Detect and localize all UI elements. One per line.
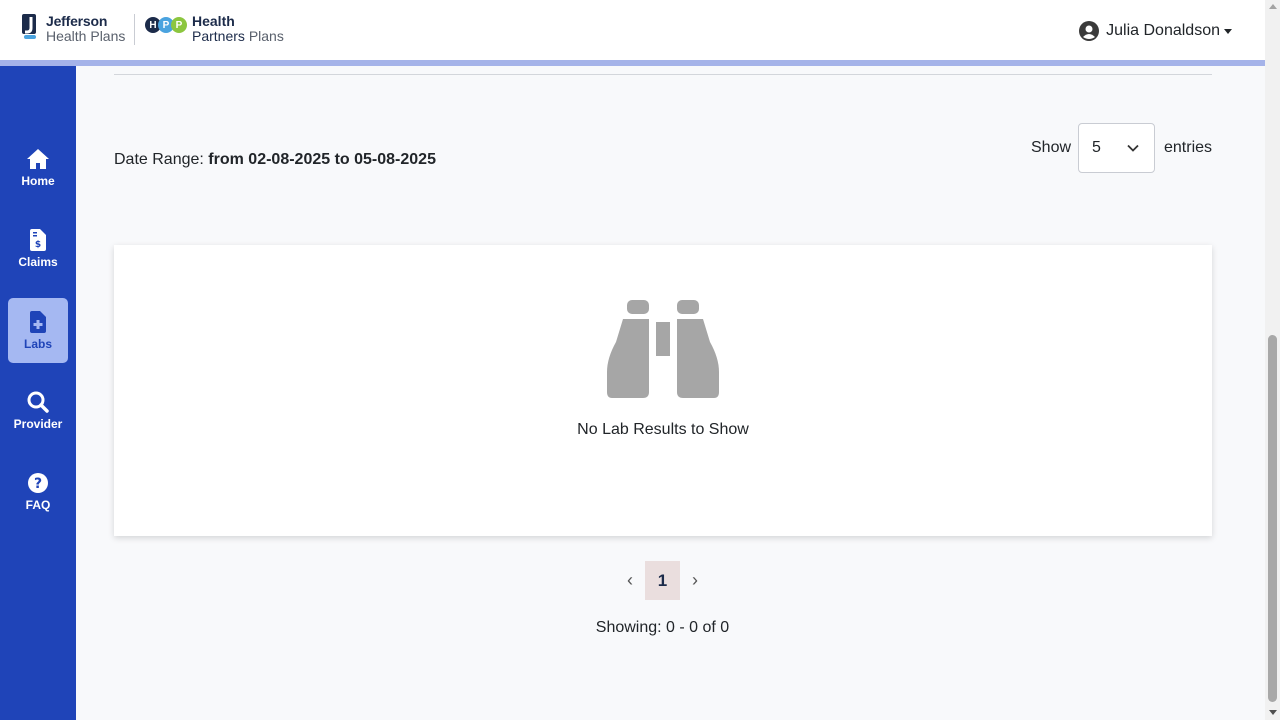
date-range-label: Date Range: (114, 151, 204, 168)
sidebar-item-home[interactable]: Home (8, 135, 68, 200)
next-page-button[interactable]: › (684, 561, 706, 600)
scrollbar-thumb[interactable] (1268, 335, 1277, 702)
sidebar-item-label: Provider (13, 416, 63, 431)
file-medical-icon (30, 310, 46, 333)
sidebar-item-claims[interactable]: $ Claims (8, 216, 68, 281)
hpp-name-line2: Partners Plans (192, 29, 284, 44)
svg-text:$: $ (35, 240, 41, 250)
hpp-circles: H P P (145, 17, 187, 33)
binoculars-icon (607, 300, 719, 398)
sidebar-item-faq[interactable]: ? FAQ (8, 459, 68, 524)
sidebar-item-label: Claims (18, 254, 58, 269)
sidebar-item-provider[interactable]: Provider (8, 378, 68, 443)
caret-down-icon (1224, 28, 1232, 34)
jefferson-mark-icon (22, 14, 36, 39)
scroll-down-arrow-icon[interactable] (1269, 710, 1277, 715)
search-icon (27, 391, 49, 413)
sidebar-item-label: Home (21, 173, 55, 188)
date-range-value: from 02-08-2025 to 05-08-2025 (208, 151, 436, 168)
brand-divider (134, 14, 135, 45)
sidebar-item-labs[interactable]: Labs (8, 298, 68, 363)
entries-label: entries (1164, 139, 1213, 156)
section-divider (114, 74, 1212, 75)
page-scrollbar[interactable] (1265, 0, 1280, 720)
chevron-down-icon (1127, 144, 1139, 152)
show-label: Show (1031, 139, 1072, 156)
entries-select-value: 5 (1092, 139, 1101, 156)
prev-page-button[interactable]: ‹ (619, 561, 641, 600)
svg-text:?: ? (34, 476, 42, 492)
scroll-up-arrow-icon[interactable] (1269, 4, 1277, 9)
empty-state-message: No Lab Results to Show (577, 421, 749, 438)
user-circle-icon (1079, 21, 1100, 41)
sidebar-item-label: FAQ (25, 497, 51, 512)
entries-per-page-select[interactable]: 5 (1078, 123, 1155, 173)
showing-count: Showing: 0 - 0 of 0 (595, 619, 730, 636)
user-name: Julia Donaldson (1106, 22, 1220, 39)
app-header: Jefferson Health Plans H P P Health Part… (0, 0, 1265, 60)
jefferson-name: Jefferson (46, 13, 108, 29)
sidebar-item-label: Labs (23, 336, 52, 351)
hpp-partners: Partners (192, 28, 245, 44)
page-1-button[interactable]: 1 (645, 561, 680, 600)
date-range: Date Range: from 02-08-2025 to 05-08-202… (114, 151, 436, 169)
user-menu-dropdown[interactable]: Julia Donaldson (1079, 21, 1232, 41)
jefferson-logo[interactable]: Jefferson Health Plans (22, 14, 125, 44)
hpp-plans: Plans (248, 28, 284, 44)
hpp-name-line1: Health (192, 13, 235, 29)
header-accent-bar (0, 60, 1265, 66)
jefferson-subtitle: Health Plans (46, 28, 126, 44)
question-circle-icon: ? (28, 472, 48, 493)
invoice-dollar-icon: $ (30, 228, 46, 251)
hpp-logo[interactable]: H P P Health Partners Plans (145, 14, 284, 44)
lab-results-card: No Lab Results to Show (114, 245, 1212, 536)
pagination: ‹ 1 › (619, 561, 706, 600)
home-icon (27, 148, 49, 169)
hpp-circle-p2: P (171, 17, 187, 33)
